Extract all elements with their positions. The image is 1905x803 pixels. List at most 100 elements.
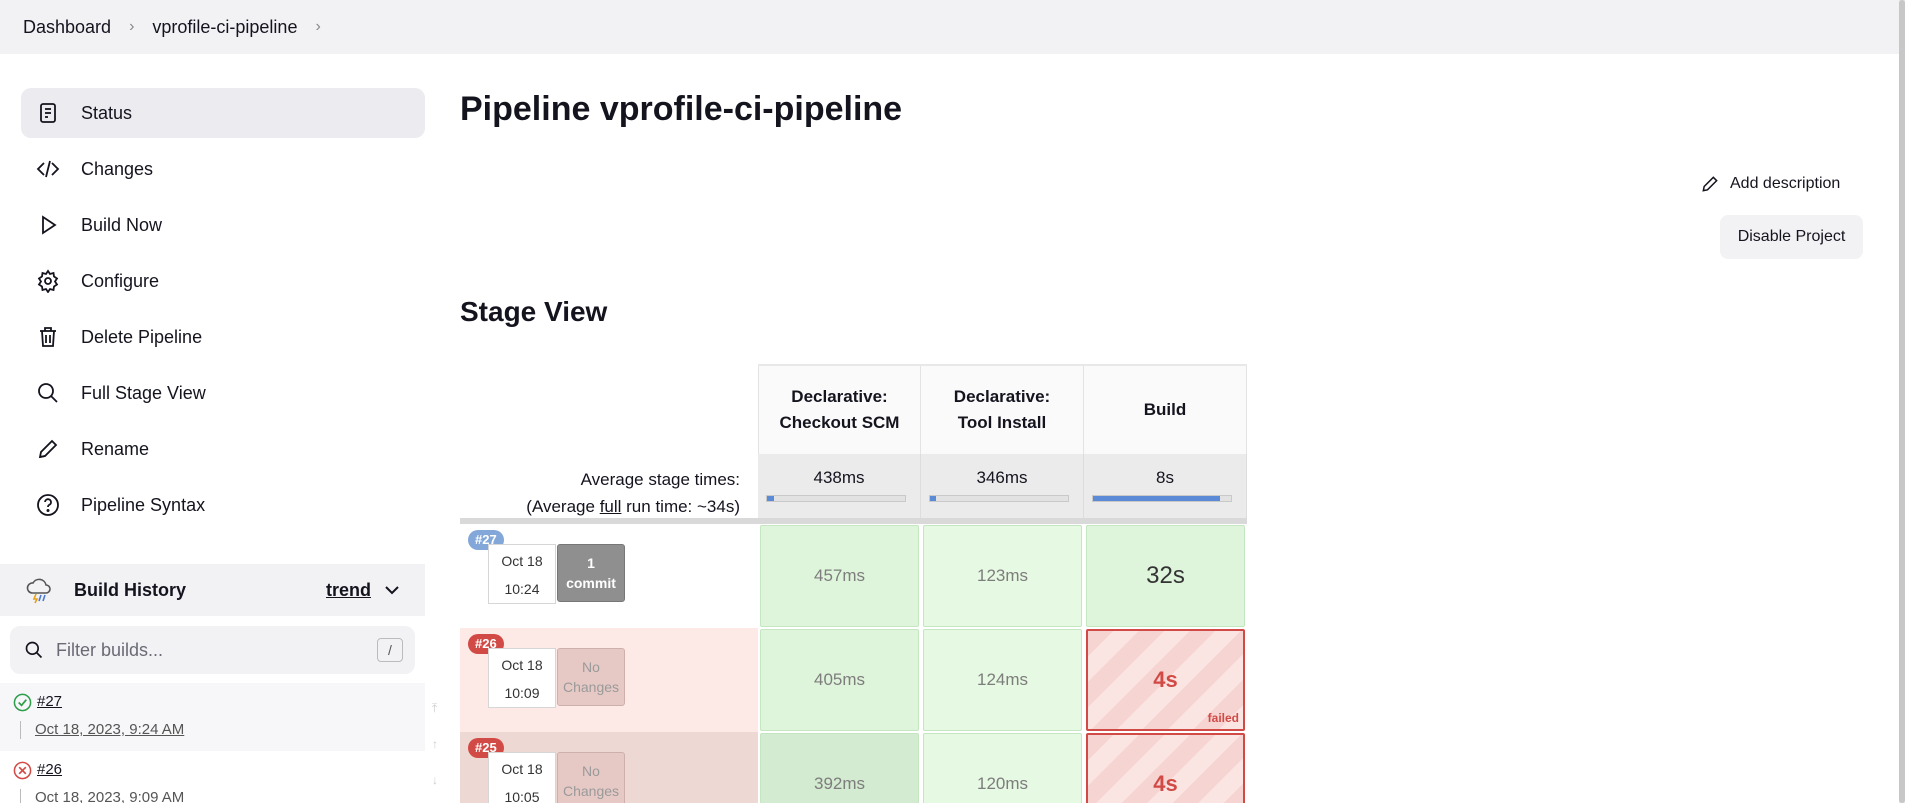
build-history-row[interactable]: #27 Oct 18, 2023, 9:24 AM bbox=[0, 683, 425, 751]
run-date-time: 10:09 bbox=[504, 685, 540, 701]
build-history-row[interactable]: #26 Oct 18, 2023, 9:09 AM bbox=[0, 751, 425, 803]
add-description-link[interactable]: Add description bbox=[1700, 174, 1840, 194]
average-time-bar bbox=[929, 495, 1069, 502]
filter-builds-field: / bbox=[10, 626, 415, 674]
stage-cell[interactable]: 405ms bbox=[760, 629, 919, 731]
build-history-header: Build History trend bbox=[0, 564, 425, 616]
run-date: Oct 18 10:05 bbox=[488, 752, 556, 803]
stage-cell-failed[interactable]: 4s failed bbox=[1086, 629, 1245, 731]
changes-box[interactable]: No Changes bbox=[557, 648, 625, 706]
run-row: #26 Oct 18 10:09 No Changes bbox=[460, 628, 758, 732]
run-date-day: Oct 18 bbox=[501, 553, 543, 569]
stage-cell[interactable]: 457ms bbox=[760, 525, 919, 627]
weather-storm-icon bbox=[26, 578, 51, 604]
sidebar-item-build-now[interactable]: Build Now bbox=[21, 200, 425, 250]
avg-run-prefix: (Average bbox=[526, 497, 600, 516]
failed-icon bbox=[13, 761, 32, 780]
average-time-bar bbox=[766, 495, 906, 502]
sidebar-item-label: Changes bbox=[81, 158, 154, 179]
avg-run-full: full bbox=[599, 497, 622, 516]
stage-time: 4s bbox=[1153, 667, 1178, 692]
average-time-value: 346ms bbox=[976, 468, 1028, 487]
stage-time: 4s bbox=[1153, 771, 1178, 796]
average-time-bar-fill bbox=[1093, 496, 1220, 501]
build-number-link[interactable]: #26 bbox=[37, 761, 62, 778]
scroll-up-icon[interactable]: ↑ bbox=[432, 726, 446, 762]
sidebar-item-label: Delete Pipeline bbox=[81, 326, 203, 347]
scrollbar-thumb[interactable] bbox=[1899, 0, 1905, 803]
search-icon bbox=[35, 380, 61, 406]
stage-cell[interactable]: 32s bbox=[1086, 525, 1245, 627]
sidebar-item-configure[interactable]: Configure bbox=[21, 256, 425, 306]
vertical-scrollbar[interactable] bbox=[1899, 0, 1905, 803]
sidebar-item-pipeline-syntax[interactable]: Pipeline Syntax bbox=[21, 480, 425, 530]
failed-label: failed bbox=[1207, 711, 1239, 725]
sidebar-item-changes[interactable]: Changes bbox=[21, 144, 425, 194]
build-history-title: Build History bbox=[74, 579, 187, 600]
changes-line: commit bbox=[566, 575, 616, 591]
sidebar-item-label: Status bbox=[81, 102, 133, 123]
average-time-bar-fill bbox=[767, 496, 774, 501]
stage-cell[interactable]: 392ms bbox=[760, 733, 919, 803]
run-date-day: Oct 18 bbox=[501, 761, 543, 777]
stage-header: Declarative: Checkout SCM bbox=[758, 366, 921, 454]
stage-cell[interactable]: 124ms bbox=[923, 629, 1082, 731]
breadcrumb-dashboard[interactable]: Dashboard bbox=[23, 17, 111, 38]
average-times-label: Average stage times: (Average full run t… bbox=[460, 466, 740, 520]
stage-name-line: Declarative: bbox=[953, 387, 1051, 406]
sidebar-item-label: Build Now bbox=[81, 214, 163, 235]
stage-cell[interactable]: 120ms bbox=[923, 733, 1082, 803]
stage-cell-failed[interactable]: 4s bbox=[1086, 733, 1245, 803]
sidebar-item-label: Configure bbox=[81, 270, 160, 291]
chevron-down-icon[interactable] bbox=[383, 581, 401, 599]
changes-box[interactable]: 1 commit bbox=[557, 544, 625, 602]
chevron-right-icon[interactable]: › bbox=[315, 18, 320, 36]
sidebar-item-rename[interactable]: Rename bbox=[21, 424, 425, 474]
average-time-bar-fill bbox=[930, 496, 936, 501]
changes-box[interactable]: No Changes bbox=[557, 752, 625, 803]
average-time-value: 8s bbox=[1156, 468, 1174, 487]
history-scroll-arrows[interactable]: ⤒ ↑ ↓ bbox=[432, 690, 446, 798]
disable-project-button[interactable]: Disable Project bbox=[1720, 215, 1863, 259]
sidebar-item-full-stage-view[interactable]: Full Stage View bbox=[21, 368, 425, 418]
scroll-top-icon[interactable]: ⤒ bbox=[432, 690, 446, 726]
stage-name-line: Tool Install bbox=[957, 413, 1047, 432]
search-icon bbox=[25, 641, 43, 659]
stage-name-line: Checkout SCM bbox=[779, 413, 900, 432]
add-description-label: Add description bbox=[1730, 175, 1841, 192]
breadcrumb: Dashboard › vprofile-ci-pipeline › bbox=[0, 0, 1905, 54]
changes-line: No bbox=[582, 763, 600, 779]
pencil-icon bbox=[1702, 176, 1718, 192]
stage-view-title: Stage View bbox=[460, 296, 608, 327]
trash-icon bbox=[35, 324, 61, 350]
sidebar-item-label: Full Stage View bbox=[81, 382, 206, 403]
average-run-time-text: (Average full run time: ~34s) bbox=[460, 493, 740, 520]
side-panel: Status Changes Build Now Configure Delet… bbox=[21, 88, 425, 536]
stage-header: Declarative: Tool Install bbox=[921, 366, 1084, 454]
build-date-link[interactable]: Oct 18, 2023, 9:09 AM bbox=[35, 789, 184, 803]
sidebar-item-status[interactable]: Status bbox=[21, 88, 425, 138]
changes-line: 1 bbox=[587, 555, 595, 571]
code-icon bbox=[35, 156, 61, 182]
timeline-line bbox=[20, 789, 21, 803]
trend-link[interactable]: trend bbox=[326, 580, 371, 601]
build-date-link[interactable]: Oct 18, 2023, 9:24 AM bbox=[35, 721, 184, 738]
changes-line: No bbox=[582, 659, 600, 675]
average-time-value: 438ms bbox=[813, 468, 865, 487]
build-number-link[interactable]: #27 bbox=[37, 693, 62, 710]
success-icon bbox=[13, 693, 32, 712]
run-date-time: 10:05 bbox=[504, 789, 540, 803]
timeline-line bbox=[20, 721, 21, 739]
scroll-down-icon[interactable]: ↓ bbox=[432, 762, 446, 798]
average-time-bar bbox=[1092, 495, 1232, 502]
chevron-right-icon: › bbox=[129, 18, 135, 35]
sidebar-item-delete-pipeline[interactable]: Delete Pipeline bbox=[21, 312, 425, 362]
pencil-icon bbox=[35, 436, 61, 462]
changes-line: Changes bbox=[562, 783, 620, 799]
average-stage-time: 438ms bbox=[758, 454, 921, 518]
breadcrumb-pipeline[interactable]: vprofile-ci-pipeline bbox=[152, 17, 297, 38]
filter-builds-input[interactable] bbox=[56, 639, 377, 661]
run-date-time: 10:24 bbox=[504, 581, 540, 597]
keyboard-shortcut-hint: / bbox=[377, 638, 403, 662]
stage-cell[interactable]: 123ms bbox=[923, 525, 1082, 627]
